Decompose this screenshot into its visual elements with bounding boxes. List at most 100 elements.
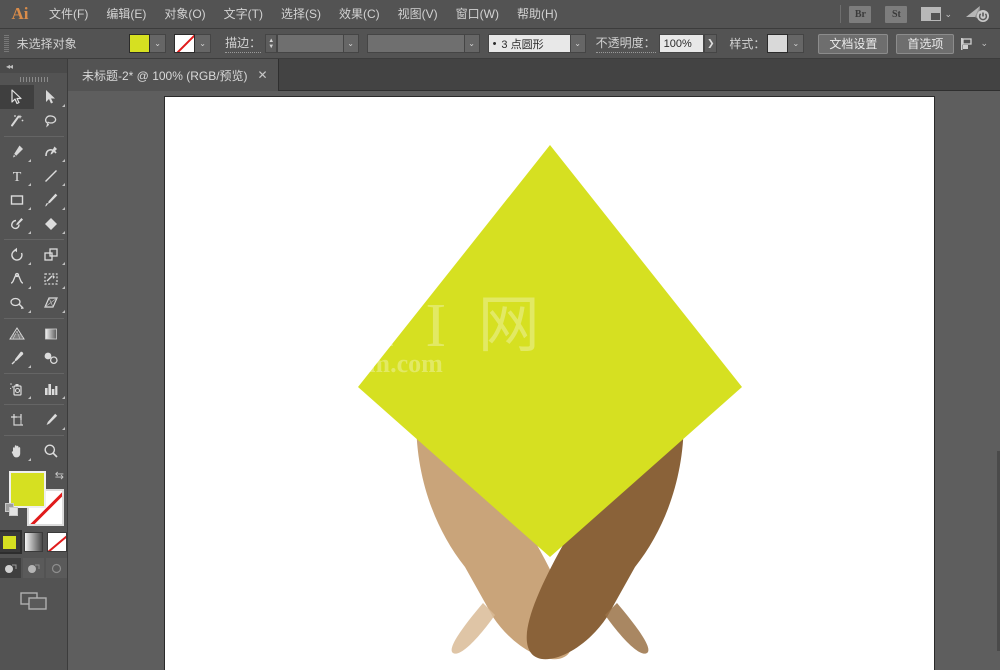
align-icon[interactable] bbox=[960, 37, 976, 51]
draw-normal-button[interactable] bbox=[0, 558, 21, 578]
arrange-documents-icon[interactable] bbox=[921, 7, 941, 21]
stroke-weight-stepper[interactable]: ▲▼ bbox=[265, 34, 277, 53]
shape-builder-tool[interactable] bbox=[34, 267, 68, 291]
free-transform-tool[interactable] bbox=[34, 291, 68, 315]
tool-separator bbox=[0, 133, 68, 140]
rotate-tool[interactable] bbox=[0, 243, 34, 267]
document-setup-button[interactable]: 文档设置 bbox=[818, 34, 888, 54]
collapse-panel-icon[interactable]: ◂◂ bbox=[6, 62, 12, 71]
bridge-button[interactable]: Br bbox=[849, 6, 871, 23]
tool-panel-header[interactable]: ◂◂ bbox=[0, 59, 67, 73]
fill-chevron-down-icon[interactable]: ⌄ bbox=[150, 34, 166, 53]
warp-tool[interactable] bbox=[0, 291, 34, 315]
scale-tool[interactable] bbox=[34, 243, 68, 267]
close-icon[interactable]: ✕ bbox=[258, 68, 268, 82]
chevron-down-icon[interactable]: ⌄ bbox=[944, 9, 952, 20]
document-tab[interactable]: 未标题-2* @ 100% (RGB/预览) ✕ bbox=[68, 59, 279, 91]
pen-tool[interactable] bbox=[0, 140, 34, 164]
preferences-button[interactable]: 首选项 bbox=[896, 34, 954, 54]
type-tool[interactable]: T bbox=[0, 164, 34, 188]
curvature-tool[interactable] bbox=[34, 140, 68, 164]
fill-swatch-group[interactable]: ⌄ bbox=[129, 34, 166, 53]
artboard[interactable]: G X I 网 system.com bbox=[164, 96, 935, 670]
menu-effect[interactable]: 效果(C) bbox=[330, 0, 389, 28]
menu-edit[interactable]: 编辑(E) bbox=[97, 0, 155, 28]
document-tab-bar: 未标题-2* @ 100% (RGB/预览) ✕ bbox=[0, 59, 1000, 91]
ribbon-tail-tip-left bbox=[452, 603, 495, 654]
swap-fill-stroke-icon[interactable]: ⇆ bbox=[55, 469, 64, 482]
fill-color-swatch[interactable] bbox=[9, 471, 46, 508]
fill-swatch[interactable] bbox=[129, 34, 150, 53]
gradient-tool[interactable] bbox=[34, 322, 68, 346]
paintbrush-tool[interactable] bbox=[34, 188, 68, 212]
screen-mode-button[interactable] bbox=[19, 590, 49, 617]
artboard-tool[interactable] bbox=[0, 408, 34, 432]
menu-type[interactable]: 文字(T) bbox=[215, 0, 272, 28]
tool-separator bbox=[0, 432, 68, 439]
canvas-area[interactable]: G X I 网 system.com bbox=[68, 91, 1000, 670]
diamond-shape bbox=[358, 145, 742, 557]
document-tab-title: 未标题-2* @ 100% (RGB/预览) bbox=[82, 67, 248, 84]
control-bar-grip[interactable] bbox=[4, 35, 9, 53]
control-bar: 未选择对象 ⌄ ⌄ 描边： ▲▼ ⌄ ⌄ • 3 点圆形 ⌄ 不透明度： 100… bbox=[0, 29, 1000, 59]
rectangle-tool[interactable] bbox=[0, 188, 34, 212]
variable-width-chevron-down-icon[interactable]: ⌄ bbox=[465, 34, 480, 53]
menu-window[interactable]: 窗口(W) bbox=[447, 0, 508, 28]
menu-object[interactable]: 对象(O) bbox=[155, 0, 214, 28]
brush-chevron-down-icon[interactable]: ⌄ bbox=[571, 34, 586, 53]
color-mode-button[interactable] bbox=[0, 532, 20, 552]
tool-panel-grip[interactable] bbox=[0, 73, 67, 85]
zoom-tool[interactable] bbox=[34, 439, 68, 463]
tool-panel: ◂◂ bbox=[0, 59, 68, 670]
selection-status-label: 未选择对象 bbox=[17, 35, 127, 52]
lasso-tool[interactable] bbox=[34, 109, 68, 133]
column-graph-tool[interactable] bbox=[34, 377, 68, 401]
perspective-grid-tool[interactable] bbox=[0, 322, 34, 346]
style-swatch[interactable] bbox=[767, 34, 788, 53]
variable-width-profile-input[interactable] bbox=[367, 34, 465, 53]
fill-stroke-widget: ⇆ bbox=[0, 467, 68, 529]
ribbon-knot-artwork[interactable] bbox=[165, 97, 934, 670]
style-swatch-group[interactable]: ⌄ bbox=[767, 34, 804, 53]
gradient-mode-button[interactable] bbox=[24, 532, 44, 552]
menu-help[interactable]: 帮助(H) bbox=[508, 0, 567, 28]
menu-file[interactable]: 文件(F) bbox=[40, 0, 97, 28]
eraser-tool[interactable] bbox=[34, 212, 68, 236]
eyedropper-tool[interactable] bbox=[0, 346, 34, 370]
direct-selection-tool[interactable] bbox=[34, 85, 68, 109]
symbol-sprayer-tool[interactable] bbox=[0, 377, 34, 401]
blend-tool[interactable] bbox=[34, 346, 68, 370]
menu-bar: Ai 文件(F) 编辑(E) 对象(O) 文字(T) 选择(S) 效果(C) 视… bbox=[0, 0, 1000, 29]
draw-behind-button[interactable] bbox=[23, 558, 44, 578]
brush-bullet-icon: • bbox=[493, 38, 497, 50]
none-mode-button[interactable] bbox=[47, 532, 67, 552]
stroke-weight-chevron-down-icon[interactable]: ⌄ bbox=[344, 34, 359, 53]
slice-tool[interactable] bbox=[34, 408, 68, 432]
hand-tool[interactable] bbox=[0, 439, 34, 463]
draw-inside-button[interactable] bbox=[46, 558, 67, 578]
stroke-weight-input[interactable] bbox=[277, 34, 343, 53]
shaper-tool[interactable] bbox=[0, 212, 34, 236]
vertical-scrollbar[interactable] bbox=[996, 91, 1000, 670]
cloud-sync-icon[interactable] bbox=[964, 4, 990, 24]
stroke-swatch[interactable] bbox=[174, 34, 195, 53]
brush-definition-input[interactable]: • 3 点圆形 bbox=[488, 34, 571, 53]
selection-tool[interactable] bbox=[0, 85, 34, 109]
screen-mode-bar bbox=[0, 590, 67, 617]
color-mode-bar bbox=[0, 532, 67, 552]
opacity-input[interactable]: 100% bbox=[659, 34, 705, 53]
stroke-swatch-group[interactable]: ⌄ bbox=[174, 34, 211, 53]
style-chevron-down-icon[interactable]: ⌄ bbox=[788, 34, 804, 53]
magic-wand-tool[interactable] bbox=[0, 109, 34, 133]
align-chevron-down-icon[interactable]: ⌄ bbox=[980, 38, 988, 49]
width-tool[interactable] bbox=[0, 267, 34, 291]
stock-button[interactable]: St bbox=[885, 6, 907, 23]
opacity-options-button[interactable]: ❯ bbox=[704, 34, 717, 53]
menu-view[interactable]: 视图(V) bbox=[389, 0, 447, 28]
menu-separator bbox=[840, 5, 841, 23]
stroke-chevron-down-icon[interactable]: ⌄ bbox=[195, 34, 211, 53]
menu-select[interactable]: 选择(S) bbox=[272, 0, 330, 28]
menu-bar-right-group: Br St ⌄ bbox=[832, 0, 1000, 28]
tool-separator bbox=[0, 315, 68, 322]
line-segment-tool[interactable] bbox=[34, 164, 68, 188]
